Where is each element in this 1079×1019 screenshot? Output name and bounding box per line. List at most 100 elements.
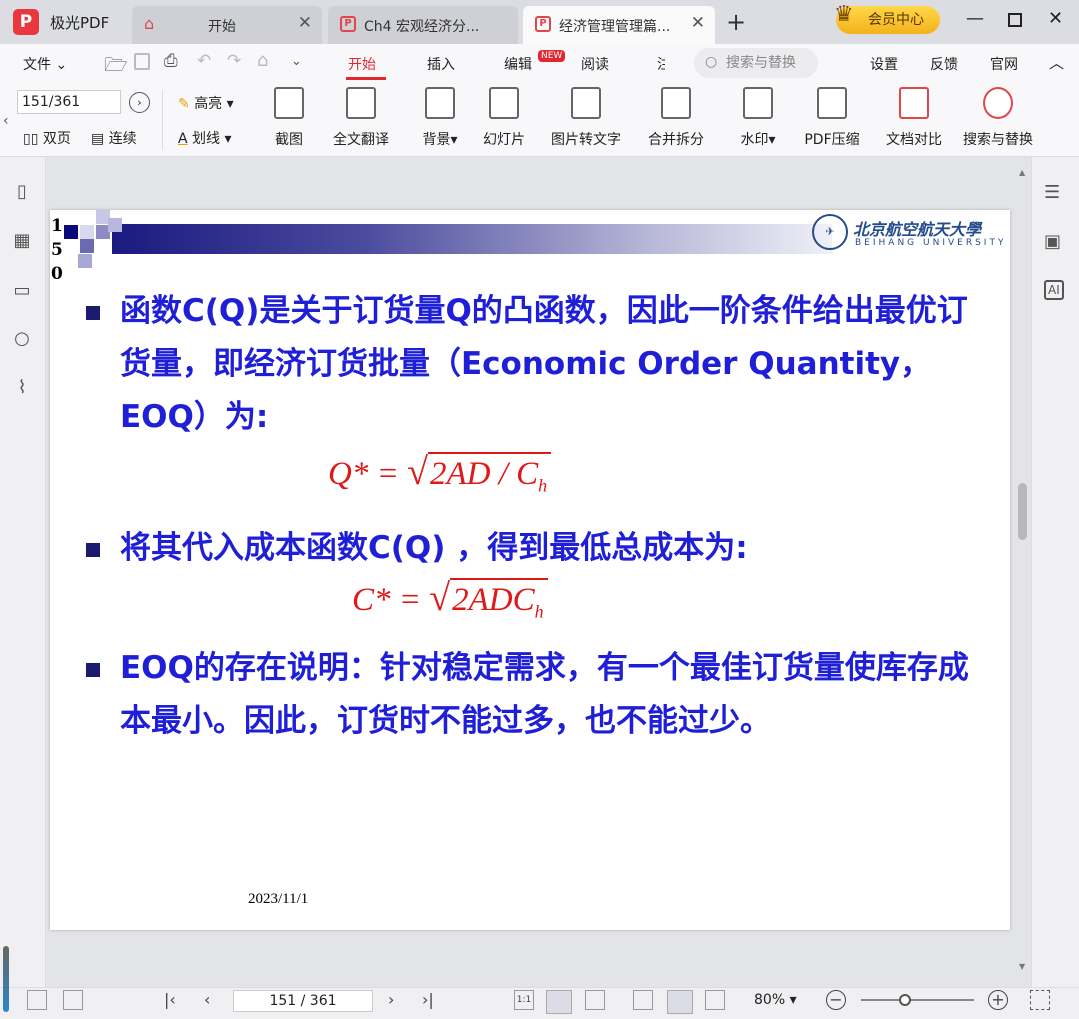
university-logo-en: BEIHANG UNIVERSITY bbox=[855, 238, 1007, 248]
double-page-button[interactable]: ▯▯ 双页 bbox=[23, 128, 71, 148]
home-icon[interactable]: ⌂ bbox=[257, 50, 268, 71]
paragraph-min-cost: 将其代入成本函数C(Q) ，得到最低总成本为: bbox=[120, 530, 748, 566]
status-page-input[interactable]: 151 / 361 bbox=[233, 990, 373, 1012]
menu-read[interactable]: 阅读 bbox=[581, 54, 609, 74]
close-icon[interactable]: ✕ bbox=[691, 13, 705, 33]
fit-width-icon[interactable] bbox=[585, 990, 605, 1010]
vertical-scrollbar[interactable] bbox=[1018, 483, 1027, 540]
close-icon[interactable]: ✕ bbox=[298, 13, 312, 33]
prev-view-icon[interactable] bbox=[27, 990, 47, 1010]
double-page-view-icon[interactable] bbox=[705, 990, 725, 1010]
tab-document-active[interactable]: P 经济管理管理篇... ✕ bbox=[523, 6, 715, 44]
minimize-icon[interactable]: — bbox=[966, 8, 984, 29]
tool-compare[interactable]: 文档对比 bbox=[874, 87, 954, 149]
new-tab-button[interactable]: + bbox=[726, 8, 746, 36]
tool-search-replace[interactable]: 搜索与替换 bbox=[958, 87, 1038, 149]
formula-lhs: Q* = bbox=[328, 456, 399, 492]
tool-slideshow[interactable]: 幻灯片 bbox=[464, 87, 544, 149]
double-page-icon: ▯▯ bbox=[23, 131, 39, 147]
formula-radicand-text: 2ADC bbox=[452, 582, 535, 618]
tool-label: 全文翻译 bbox=[333, 132, 389, 148]
redo-icon[interactable]: ↷ bbox=[227, 51, 241, 71]
continuous-button[interactable]: ▤ 连续 bbox=[91, 128, 137, 148]
app-name: 极光PDF bbox=[50, 14, 110, 32]
close-window-icon[interactable]: ✕ bbox=[1048, 8, 1063, 29]
tool-label: 图片转文字 bbox=[551, 132, 621, 148]
menu-start[interactable]: 开始 bbox=[348, 54, 376, 74]
page-number-digit: 0 bbox=[51, 264, 63, 284]
next-view-icon[interactable] bbox=[63, 990, 83, 1010]
page-number-input[interactable]: 151/361 bbox=[17, 90, 121, 114]
tool-label-text: 背景 bbox=[422, 132, 451, 148]
last-page-icon[interactable]: ›| bbox=[422, 990, 434, 1009]
zoom-out-icon[interactable]: − bbox=[826, 990, 846, 1010]
collapse-ribbon-icon[interactable]: ︿ bbox=[1049, 52, 1064, 73]
thumbnails-icon[interactable]: ▦ bbox=[11, 230, 33, 252]
reading-progress-indicator bbox=[3, 946, 9, 1012]
bookmark-icon[interactable]: ▯ bbox=[11, 181, 33, 203]
menu-edit[interactable]: 编辑 bbox=[504, 54, 532, 74]
zoom-level[interactable]: 80% ▾ bbox=[754, 992, 797, 1008]
zoom-slider[interactable] bbox=[861, 999, 974, 1001]
zoom-slider-handle[interactable] bbox=[899, 994, 911, 1006]
tool-ocr[interactable]: 图片转文字 bbox=[546, 87, 626, 149]
decor-square bbox=[108, 218, 122, 232]
undo-icon[interactable]: ↶ bbox=[197, 51, 211, 71]
scroll-down-icon[interactable]: ▼ bbox=[1019, 962, 1025, 971]
page-number-digit: 5 bbox=[51, 240, 63, 260]
menu-file[interactable]: 文件 ⌄ bbox=[23, 54, 67, 74]
slide-page-number: 1 5 0 bbox=[51, 214, 63, 286]
save-icon[interactable] bbox=[134, 53, 150, 70]
compress-icon bbox=[817, 87, 847, 119]
tool-label: PDF压缩 bbox=[804, 132, 860, 148]
actual-size-icon[interactable]: 1:1 bbox=[514, 990, 534, 1010]
menu-insert[interactable]: 插入 bbox=[427, 54, 455, 74]
tool-compress[interactable]: PDF压缩 bbox=[792, 87, 872, 149]
menu-more[interactable]: 注 bbox=[657, 54, 665, 74]
menu-feedback[interactable]: 反馈 bbox=[930, 54, 958, 74]
tool-merge-split[interactable]: 合并拆分 bbox=[636, 87, 716, 149]
menu-file-label: 文件 bbox=[23, 57, 51, 73]
first-page-icon[interactable]: |‹ bbox=[164, 990, 176, 1009]
underline-button[interactable]: A 划线 ▾ bbox=[178, 128, 232, 148]
attachment-icon[interactable]: ⌇ bbox=[11, 377, 33, 399]
zoom-in-icon[interactable]: + bbox=[988, 990, 1008, 1010]
single-page-view-icon[interactable] bbox=[633, 990, 653, 1010]
highlight-button[interactable]: ✎ 高亮 ▾ bbox=[178, 93, 234, 113]
fullscreen-icon[interactable] bbox=[1030, 990, 1050, 1010]
tool-watermark[interactable]: 水印▾ bbox=[718, 87, 798, 149]
tab-document-macro[interactable]: P Ch4 宏观经济分... bbox=[328, 6, 518, 44]
prev-page-icon[interactable]: ‹ bbox=[204, 990, 210, 1009]
ribbon-scroll-left-icon[interactable]: ‹ bbox=[3, 113, 9, 129]
comment-icon[interactable]: ▭ bbox=[11, 280, 33, 302]
go-page-icon[interactable]: › bbox=[129, 92, 150, 113]
formula-radicand: 2ADCh bbox=[450, 578, 548, 632]
tool-translate[interactable]: 全文翻译 bbox=[321, 87, 401, 149]
slide-date: 2023/11/1 bbox=[248, 891, 309, 907]
formula-eoq: Q* = √2AD / Ch bbox=[328, 450, 552, 506]
search-icon[interactable]: ○ bbox=[11, 328, 33, 350]
compare-icon bbox=[899, 87, 929, 119]
university-seal-icon: ✈ bbox=[812, 214, 848, 250]
chat-icon[interactable]: ▣ bbox=[1044, 231, 1061, 252]
menu-settings[interactable]: 设置 bbox=[870, 54, 898, 74]
tool-label: 截图 bbox=[275, 132, 303, 148]
maximize-icon[interactable] bbox=[1008, 13, 1022, 27]
ai-icon[interactable]: AI bbox=[1044, 280, 1064, 300]
bullet-icon bbox=[86, 306, 100, 320]
open-folder-icon[interactable]: 🗁 bbox=[104, 51, 128, 83]
fit-page-icon[interactable] bbox=[546, 990, 572, 1014]
properties-icon[interactable]: ☰ bbox=[1044, 182, 1060, 203]
tool-label: 水印▾ bbox=[740, 132, 776, 148]
tab-start[interactable]: ⌂ 开始 ✕ bbox=[132, 6, 322, 44]
tab-label: Ch4 宏观经济分... bbox=[364, 19, 480, 35]
scroll-up-icon[interactable]: ▲ bbox=[1019, 168, 1025, 177]
continuous-view-icon[interactable] bbox=[667, 990, 693, 1014]
next-page-icon[interactable]: › bbox=[388, 990, 394, 1009]
new-badge: NEW bbox=[538, 50, 566, 62]
menu-website[interactable]: 官网 bbox=[990, 54, 1018, 74]
customize-dropdown-icon[interactable]: ⌄ bbox=[291, 54, 302, 69]
print-icon[interactable]: ⎙ bbox=[164, 51, 178, 71]
tool-screenshot[interactable]: 截图 bbox=[249, 87, 329, 149]
screenshot-icon bbox=[274, 87, 304, 119]
